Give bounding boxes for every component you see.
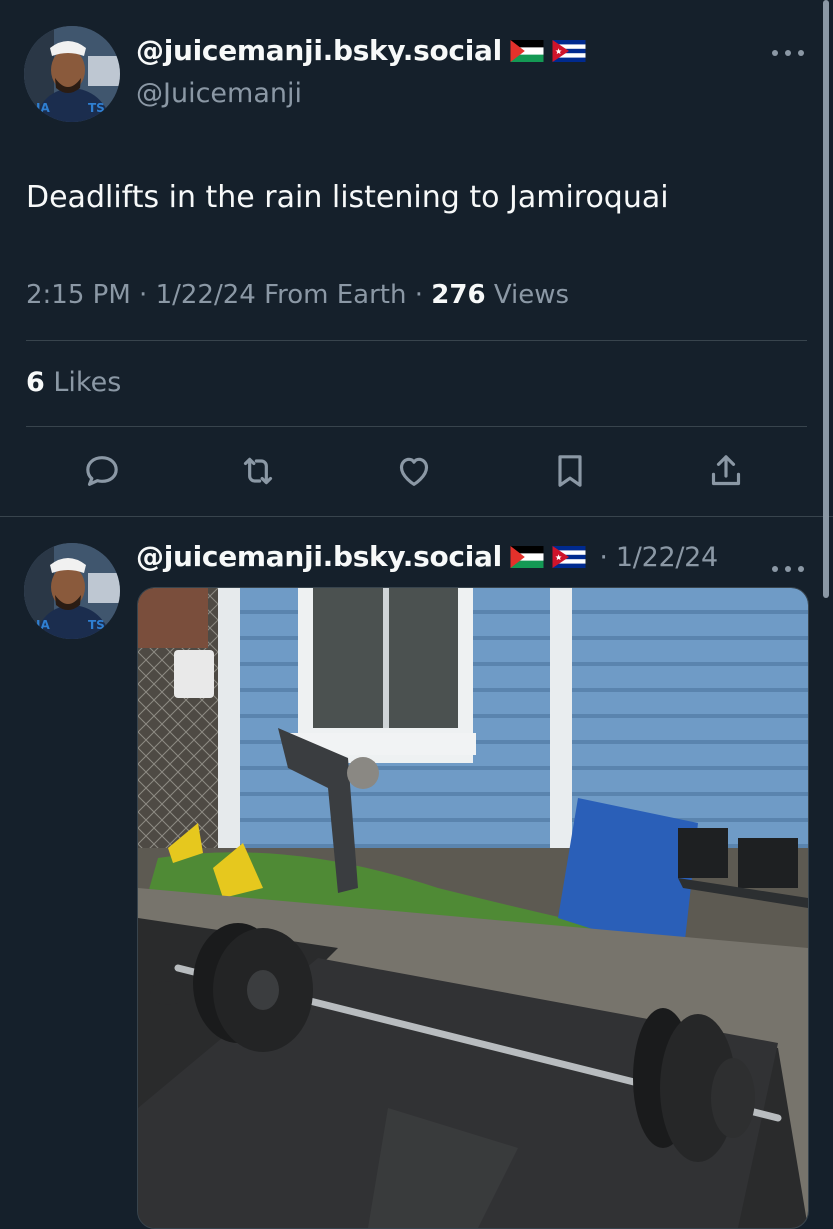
cuba-flag-icon: [552, 546, 586, 568]
share-icon: [711, 455, 741, 486]
tweet-photo[interactable]: [137, 587, 809, 1229]
reply-display-name[interactable]: @juicemanji.bsky.social: [136, 540, 502, 573]
display-name-text[interactable]: @juicemanji.bsky.social: [136, 34, 502, 67]
svg-text:TS: TS: [88, 618, 105, 632]
bookmark-icon: [558, 455, 582, 487]
like-button[interactable]: [391, 448, 437, 494]
share-button[interactable]: [703, 448, 749, 494]
views-label: Views: [493, 280, 570, 310]
display-name[interactable]: @juicemanji.bsky.social: [136, 34, 586, 67]
thread-divider: [0, 516, 833, 517]
tweet-date[interactable]: 1/22/24: [156, 280, 256, 310]
svg-text:IA: IA: [36, 618, 50, 632]
meta-separator: ·: [139, 280, 148, 310]
tweet-source: From Earth: [264, 280, 407, 310]
scrollbar[interactable]: [823, 0, 829, 598]
svg-text:IA: IA: [36, 101, 50, 115]
avatar-image: IA TS: [24, 26, 120, 122]
bookmark-button[interactable]: [547, 448, 593, 494]
reply-icon: [86, 456, 118, 486]
handle[interactable]: @Juicemanji: [136, 78, 302, 109]
svg-text:TS: TS: [88, 101, 105, 115]
tweet-meta: 2:15 PM · 1/22/24 From Earth · 276 Views: [26, 280, 569, 310]
tweet-text: Deadlifts in the rain listening to Jamir…: [26, 180, 669, 215]
reply-button[interactable]: [79, 448, 125, 494]
palestine-flag-icon: [510, 40, 544, 62]
divider: [26, 426, 807, 427]
divider: [26, 340, 807, 341]
likes-link[interactable]: 6 Likes: [26, 367, 121, 398]
retweet-button[interactable]: [235, 448, 281, 494]
reply-date[interactable]: · 1/22/24: [599, 542, 718, 573]
cuba-flag-icon: [552, 40, 586, 62]
more-options-icon[interactable]: [770, 36, 806, 66]
retweet-icon: [243, 457, 273, 485]
tweet-time[interactable]: 2:15 PM: [26, 280, 131, 310]
reply-avatar[interactable]: IA TS: [24, 543, 120, 639]
outdoor-barbell-photo: [138, 588, 808, 1228]
avatar-image: IA TS: [24, 543, 120, 639]
meta-separator: ·: [414, 280, 423, 310]
reply-header: @juicemanji.bsky.social · 1/22/24: [136, 540, 718, 573]
avatar[interactable]: IA TS: [24, 26, 120, 122]
likes-count: 6: [26, 367, 45, 398]
likes-label: Likes: [53, 367, 122, 398]
palestine-flag-icon: [510, 546, 544, 568]
more-options-icon[interactable]: [770, 552, 806, 582]
like-icon: [399, 457, 429, 486]
views-count: 276: [431, 280, 486, 310]
